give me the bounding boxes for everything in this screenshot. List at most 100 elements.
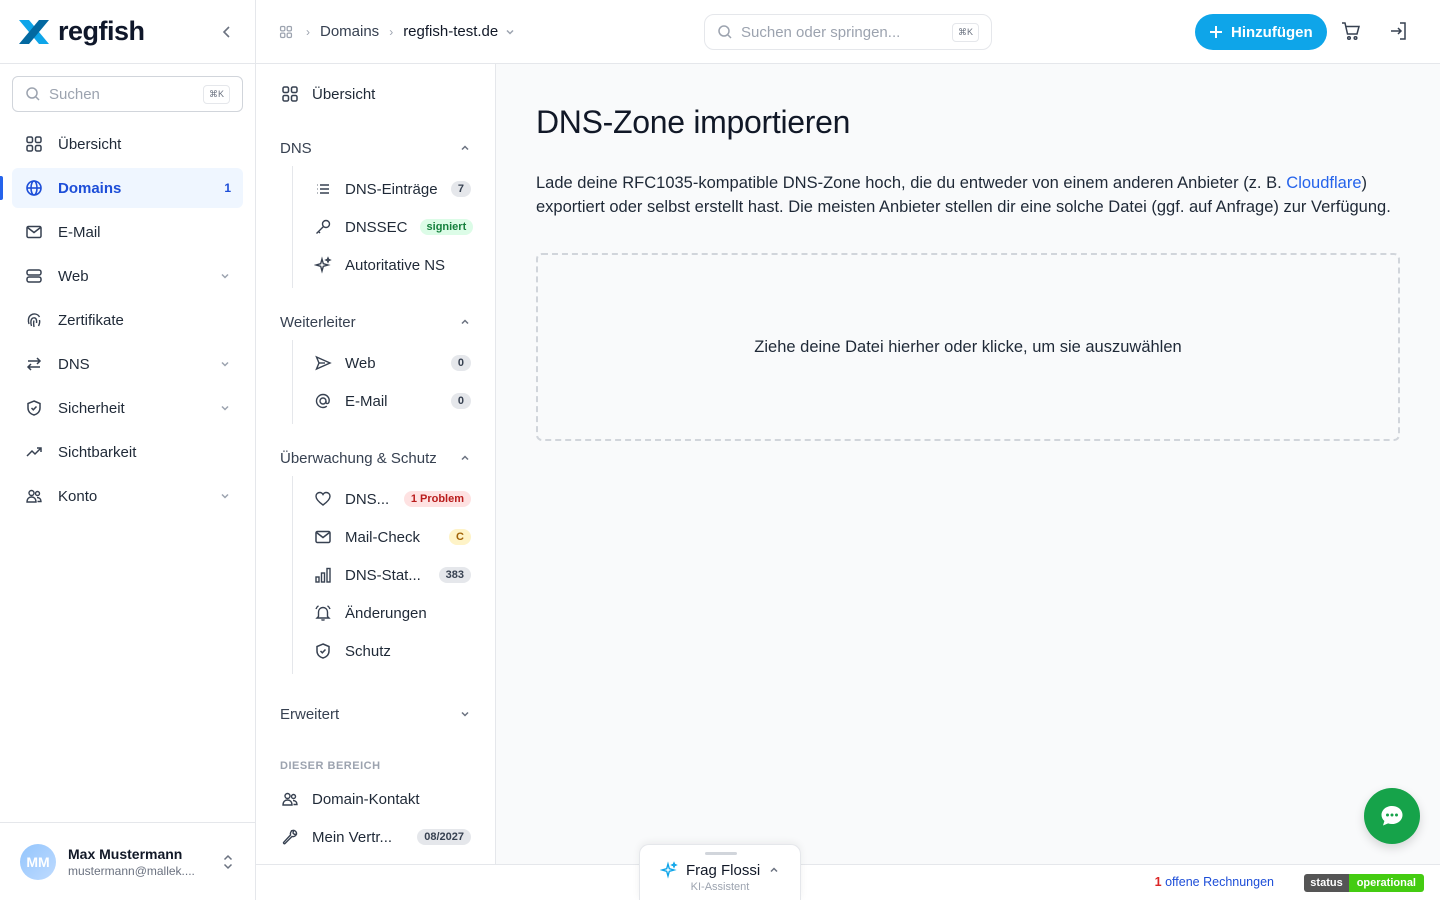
sidebar-item-certificates[interactable]: Zertifikate xyxy=(12,300,243,340)
bar-chart-icon xyxy=(313,565,333,585)
sidebar-item-email[interactable]: E-Mail xyxy=(12,212,243,252)
subnav-group-monitoring[interactable]: Überwachung & Schutz xyxy=(256,440,495,476)
sidebar-item-label: Domains xyxy=(58,179,122,197)
dns-problem-badge: 1 Problem xyxy=(403,491,471,507)
wrench-icon xyxy=(280,827,300,847)
cart-button[interactable] xyxy=(1340,20,1362,45)
brand-logo[interactable]: regfish xyxy=(16,16,145,47)
sidebar-item-web[interactable]: Web xyxy=(12,256,243,296)
key-icon xyxy=(313,217,333,237)
subnav-item-dns-stats[interactable]: DNS-Stat... 383 xyxy=(293,556,495,594)
users-icon xyxy=(24,486,44,506)
add-button[interactable]: Hinzufügen xyxy=(1195,14,1327,50)
main-sidebar: regfish Suchen ⌘K Übersicht Domains 1 E-… xyxy=(0,0,256,900)
user-info: Max Mustermann mustermann@mallek.... xyxy=(68,846,195,878)
sidebar-item-label: Sichtbarkeit xyxy=(58,443,137,461)
dns-stats-count-badge: 383 xyxy=(438,567,471,583)
sidebar-item-dns[interactable]: DNS xyxy=(12,344,243,384)
subnav-forwarders-list: Web 0 E-Mail 0 xyxy=(292,340,495,424)
sidebar-item-label: DNS xyxy=(58,355,90,373)
sidebar-search-placeholder: Suchen xyxy=(49,85,100,103)
drag-handle[interactable] xyxy=(705,852,737,855)
open-invoices-label: offene Rechnungen xyxy=(1161,875,1274,889)
subnav-item-dns-records[interactable]: DNS-Einträge 7 xyxy=(293,170,495,208)
email-forwarder-count-badge: 0 xyxy=(450,393,471,409)
subnav-item-contract[interactable]: Mein Vertr... 08/2027 xyxy=(256,818,495,856)
collapse-sidebar-button[interactable] xyxy=(215,20,239,44)
top-bar: › Domains › regfish-test.de Suchen oder … xyxy=(256,0,1440,64)
subnav-item-changes[interactable]: Änderungen xyxy=(293,594,495,632)
subnav-item-email-forwarder[interactable]: E-Mail 0 xyxy=(293,382,495,420)
domains-count-badge: 1 xyxy=(224,181,231,195)
subnav-item-authoritative-ns[interactable]: Autoritative NS xyxy=(293,246,495,284)
domain-subnav: Übersicht DNS DNS-Einträge 7 DNSSEC sign… xyxy=(256,64,496,864)
subnav-group-dns[interactable]: DNS xyxy=(256,130,495,166)
users-icon xyxy=(280,789,300,809)
global-search-input[interactable]: Suchen oder springen... ⌘K xyxy=(704,14,992,50)
subnav-group-forwarders[interactable]: Weiterleiter xyxy=(256,304,495,340)
grid-icon xyxy=(24,134,44,154)
subnav-item-mail-check[interactable]: Mail-Check C xyxy=(293,518,495,556)
subnav-item-dnssec[interactable]: DNSSEC signiert xyxy=(293,208,495,246)
shield-icon xyxy=(24,398,44,418)
mail-check-grade-badge: C xyxy=(449,529,471,545)
subnav-item-dns-health[interactable]: DNS... 1 Problem xyxy=(293,480,495,518)
plus-icon xyxy=(1210,26,1222,38)
chevron-up-down-icon xyxy=(221,853,235,871)
subnav-item-label: DNS-Einträge xyxy=(345,180,438,198)
subnav-item-label: DNS-Stat... xyxy=(345,566,421,584)
search-icon xyxy=(26,87,40,101)
sidebar-item-visibility[interactable]: Sichtbarkeit xyxy=(12,432,243,472)
search-icon xyxy=(718,25,732,39)
sidebar-item-overview[interactable]: Übersicht xyxy=(12,124,243,164)
sidebar-item-label: Web xyxy=(58,267,89,285)
chevron-right-icon: › xyxy=(306,24,310,39)
regfish-x-logo-icon xyxy=(19,19,49,44)
subnav-item-web-forwarder[interactable]: Web 0 xyxy=(293,344,495,382)
ai-assistant-panel[interactable]: Frag Flossi KI-Assistent xyxy=(639,844,801,900)
file-dropzone[interactable]: Ziehe deine Datei hierher oder klicke, u… xyxy=(536,253,1400,441)
chevron-down-icon xyxy=(459,708,471,720)
subnav-item-label: Mail-Check xyxy=(345,528,421,546)
cloudflare-link[interactable]: Cloudflare xyxy=(1286,174,1361,192)
chevron-right-icon: › xyxy=(389,24,394,39)
logout-button[interactable] xyxy=(1388,20,1410,45)
main-content: DNS-Zone importieren Lade deine RFC1035-… xyxy=(496,64,1440,864)
sidebar-item-security[interactable]: Sicherheit xyxy=(12,388,243,428)
subnav-item-domain-contact[interactable]: Domain-Kontakt xyxy=(256,780,495,818)
status-badge[interactable]: status operational xyxy=(1304,874,1424,892)
sidebar-item-label: Konto xyxy=(58,487,98,505)
logout-icon xyxy=(1391,22,1406,40)
breadcrumb-domain-selector[interactable]: regfish-test.de xyxy=(403,23,516,40)
sidebar-item-label: Übersicht xyxy=(58,135,122,153)
subnav-monitoring-list: DNS... 1 Problem Mail-Check C DNS-Stat..… xyxy=(292,476,495,674)
chat-button[interactable] xyxy=(1364,788,1420,844)
brand-name: regfish xyxy=(58,16,145,46)
status-badge-key: status xyxy=(1304,874,1349,892)
description-text-start: Lade deine RFC1035-kompatible DNS-Zone h… xyxy=(536,174,1287,192)
chevron-down-icon xyxy=(219,402,231,414)
breadcrumb-domains-link[interactable]: Domains xyxy=(320,23,379,40)
list-icon xyxy=(313,179,333,199)
sidebar-item-account[interactable]: Konto xyxy=(12,476,243,516)
grid-icon xyxy=(280,84,300,104)
sidebar-search-shortcut: ⌘K xyxy=(202,84,230,104)
sidebar-item-domains[interactable]: Domains 1 xyxy=(0,168,243,208)
sidebar-search-input[interactable]: Suchen ⌘K xyxy=(12,76,243,112)
subnav-group-advanced[interactable]: Erweitert xyxy=(256,696,495,732)
bottom-bar: 1 offene Rechnungen status operational xyxy=(256,864,1440,900)
avatar: MM xyxy=(20,843,56,880)
add-button-label: Hinzufügen xyxy=(1231,23,1313,41)
sidebar-item-label: Sicherheit xyxy=(58,399,125,417)
subnav-item-label: Mein Vertr... xyxy=(312,828,393,846)
sparkle-icon xyxy=(313,255,333,275)
subnav-item-label: Schutz xyxy=(345,642,391,660)
server-icon xyxy=(24,266,44,286)
chat-bubble-icon xyxy=(1381,806,1403,826)
grid-icon[interactable] xyxy=(276,22,296,42)
chevron-down-icon xyxy=(219,270,231,282)
open-invoices-link[interactable]: 1 offene Rechnungen xyxy=(1155,875,1274,889)
subnav-overview[interactable]: Übersicht xyxy=(256,74,495,114)
subnav-item-protection[interactable]: Schutz xyxy=(293,632,495,670)
user-menu[interactable]: MM Max Mustermann mustermann@mallek.... xyxy=(0,822,255,900)
